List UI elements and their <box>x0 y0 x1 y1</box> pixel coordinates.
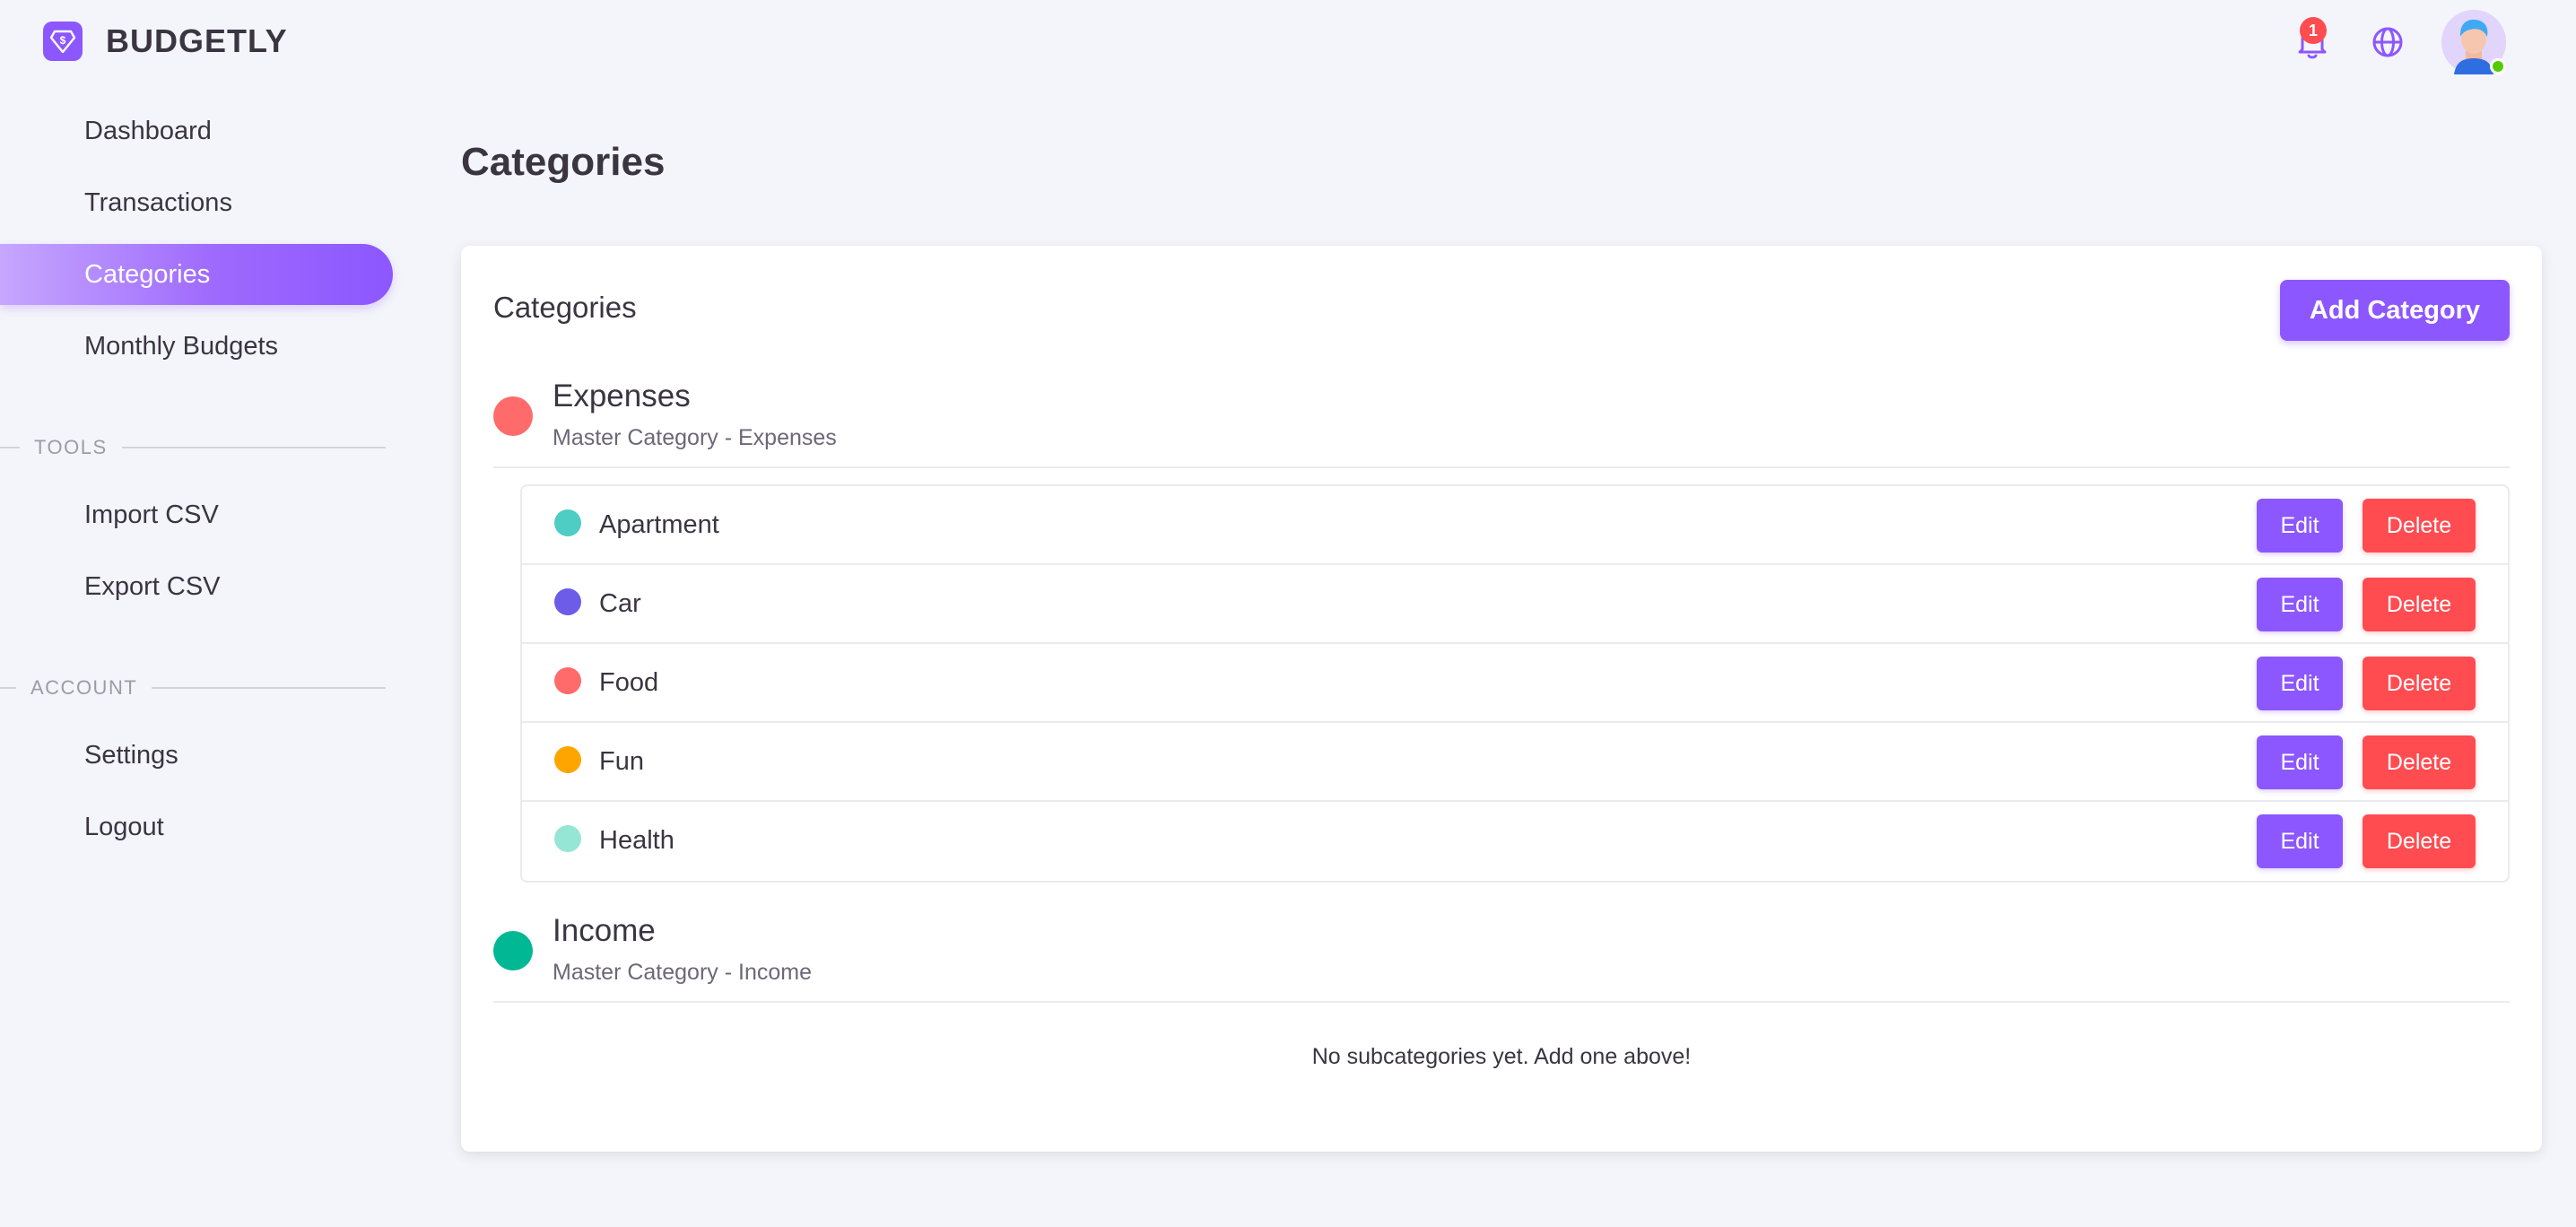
sidebar-item-logout[interactable]: Logout <box>0 796 393 857</box>
avatar[interactable] <box>2441 10 2506 74</box>
card-title: Categories <box>493 291 637 324</box>
edit-button[interactable]: Edit <box>2257 657 2343 710</box>
sidebar-item-export-csv[interactable]: Export CSV <box>0 556 393 617</box>
brand[interactable]: $ BUDGETLY <box>43 20 288 63</box>
categories-card: Categories Add Category Expenses Master … <box>461 246 2542 1152</box>
language-button[interactable] <box>2366 21 2409 64</box>
list-item: Apartment Edit Delete <box>522 486 2508 565</box>
category-color-dot <box>554 825 581 852</box>
edit-button[interactable]: Edit <box>2257 814 2343 868</box>
delete-button[interactable]: Delete <box>2363 657 2476 710</box>
sidebar-item-dashboard[interactable]: Dashboard <box>0 100 393 161</box>
edit-button[interactable]: Edit <box>2257 578 2343 631</box>
sidebar: $ BUDGETLY Dashboard Transactions Catego… <box>0 0 395 1227</box>
sidebar-item-categories[interactable]: Categories <box>0 244 393 305</box>
category-color-dot <box>554 588 581 615</box>
section-label: ACCOUNT <box>30 676 138 699</box>
subcategory-name: Fun <box>599 747 644 776</box>
dollar-diamond-icon: $ <box>43 22 83 61</box>
subcategory-name: Car <box>599 589 641 618</box>
sidebar-item-label: Categories <box>84 259 211 289</box>
sidebar-item-label: Transactions <box>84 187 232 217</box>
sidebar-item-transactions[interactable]: Transactions <box>0 172 393 233</box>
master-category-name: Expenses <box>553 379 691 413</box>
delete-button[interactable]: Delete <box>2363 735 2476 789</box>
list-item: Food Edit Delete <box>522 644 2508 723</box>
category-color-dot <box>554 746 581 773</box>
page-title: Categories <box>461 140 666 184</box>
topbar-actions: 1 <box>2258 9 2506 75</box>
list-item: Car Edit Delete <box>522 565 2508 644</box>
category-color-dot <box>554 667 581 694</box>
category-color-dot <box>554 509 581 536</box>
master-category-subtitle: Master Category - Income <box>553 960 812 985</box>
section-label: TOOLS <box>34 436 108 458</box>
account-section-heading: ACCOUNT <box>0 674 386 701</box>
master-category-expenses: Expenses Master Category - Expenses <box>493 379 2510 468</box>
add-category-button[interactable]: Add Category <box>2280 280 2510 341</box>
subcategory-name: Apartment <box>599 510 719 539</box>
notifications-button[interactable]: 1 <box>2291 17 2334 64</box>
svg-text:$: $ <box>60 34 66 47</box>
online-status-dot <box>2490 58 2506 74</box>
category-color-dot <box>493 931 533 970</box>
sidebar-item-label: Logout <box>84 812 164 841</box>
subcategory-name: Health <box>599 826 674 855</box>
delete-button[interactable]: Delete <box>2363 814 2476 868</box>
sidebar-item-settings[interactable]: Settings <box>0 725 393 786</box>
subcategory-name: Food <box>599 668 659 697</box>
sidebar-item-label: Dashboard <box>84 116 212 145</box>
list-item: Fun Edit Delete <box>522 723 2508 802</box>
category-color-dot <box>493 396 533 436</box>
sidebar-item-monthly-budgets[interactable]: Monthly Budgets <box>0 316 393 377</box>
empty-subcategories-message: No subcategories yet. Add one above! <box>1311 1044 1692 1069</box>
master-category-income: Income Master Category - Income <box>493 913 2510 1003</box>
delete-button[interactable]: Delete <box>2363 499 2476 553</box>
tools-section-heading: TOOLS <box>0 434 386 461</box>
delete-button[interactable]: Delete <box>2363 578 2476 631</box>
master-category-subtitle: Master Category - Expenses <box>553 425 837 450</box>
sidebar-item-import-csv[interactable]: Import CSV <box>0 484 393 545</box>
subcategory-list: Apartment Edit Delete Car Edit Delete Fo… <box>520 484 2510 883</box>
sidebar-item-label: Export CSV <box>84 571 221 601</box>
master-category-name: Income <box>553 913 656 948</box>
sidebar-item-label: Import CSV <box>84 500 219 529</box>
edit-button[interactable]: Edit <box>2257 499 2343 553</box>
brand-name: BUDGETLY <box>106 22 288 59</box>
globe-icon <box>2372 27 2403 57</box>
edit-button[interactable]: Edit <box>2257 735 2343 789</box>
sidebar-item-label: Settings <box>84 740 178 770</box>
sidebar-item-label: Monthly Budgets <box>84 331 279 361</box>
notification-badge: 1 <box>2300 17 2327 44</box>
list-item: Health Edit Delete <box>522 802 2508 881</box>
